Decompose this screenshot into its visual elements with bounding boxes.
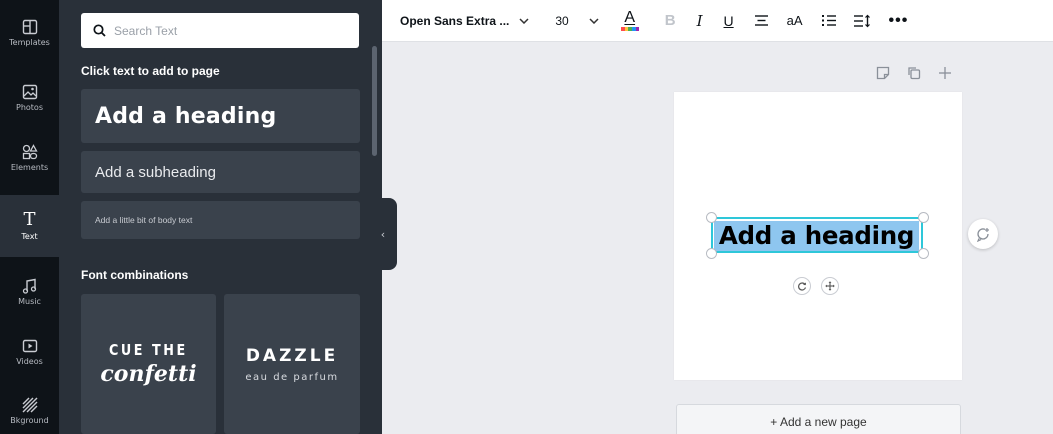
text-icon: T xyxy=(23,209,36,230)
videos-icon xyxy=(22,339,37,353)
collapse-panel-button[interactable]: ‹ xyxy=(369,198,397,270)
add-page-icon[interactable] xyxy=(938,66,952,80)
font-size-value: 30 xyxy=(555,13,569,28)
underline-button[interactable]: U xyxy=(724,13,734,29)
letter-case-button[interactable]: aA xyxy=(787,13,803,28)
combo-top-text: DAZZLE xyxy=(245,345,339,366)
assistant-button[interactable] xyxy=(968,219,998,249)
rail-label: Templates xyxy=(9,38,50,47)
chevron-down-icon xyxy=(519,17,529,24)
text-toolbar: Open Sans Extra ... 30 A B I U aA ••• xyxy=(382,0,1053,42)
photos-icon xyxy=(22,84,37,100)
panel-scrollbar[interactable] xyxy=(372,46,377,156)
chevron-left-icon: ‹ xyxy=(380,227,386,241)
click-text-title: Click text to add to page xyxy=(81,64,220,78)
add-subheading-button[interactable]: Add a subheading xyxy=(81,151,360,193)
combo-top-text: CUE THE xyxy=(109,341,188,359)
add-heading-button[interactable]: Add a heading xyxy=(81,89,360,143)
bold-button[interactable]: B xyxy=(665,12,676,29)
resize-handle-bottom-right[interactable] xyxy=(918,248,929,259)
music-icon xyxy=(22,278,36,294)
text-color-button[interactable]: A xyxy=(620,9,639,31)
rail-item-text[interactable]: T Text xyxy=(0,195,59,257)
add-body-text-button[interactable]: Add a little bit of body text xyxy=(81,201,360,239)
font-size-dropdown[interactable]: 30 xyxy=(555,13,599,28)
rail-label: Music xyxy=(18,297,41,306)
rail-label: Text xyxy=(21,232,38,241)
spacing-button[interactable] xyxy=(853,14,871,28)
resize-handle-top-left[interactable] xyxy=(706,212,717,223)
rail-item-music[interactable]: Music xyxy=(0,262,59,322)
rail-label: Photos xyxy=(16,103,43,112)
search-icon xyxy=(93,24,106,37)
list-button[interactable] xyxy=(821,14,837,27)
search-box[interactable] xyxy=(81,13,359,48)
font-family-dropdown[interactable]: Open Sans Extra ... xyxy=(400,14,529,28)
align-button[interactable] xyxy=(754,14,769,27)
note-icon[interactable] xyxy=(876,66,890,80)
rotate-icon xyxy=(798,282,807,291)
text-panel: Click text to add to page Add a heading … xyxy=(59,0,382,434)
rail-item-background[interactable]: Bkground xyxy=(0,385,59,434)
rail-item-videos[interactable]: Videos xyxy=(0,322,59,382)
font-combo-cue-the-confetti[interactable]: CUE THE confetti xyxy=(81,294,216,434)
font-combo-dazzle[interactable]: DAZZLE eau de parfum xyxy=(224,294,360,434)
more-options-button[interactable]: ••• xyxy=(889,12,909,30)
resize-handle-top-right[interactable] xyxy=(918,212,929,223)
rail-item-photos[interactable]: Photos xyxy=(0,68,59,128)
rail-label: Bkground xyxy=(10,416,49,425)
move-icon xyxy=(825,281,835,291)
align-center-icon xyxy=(754,15,768,26)
templates-icon xyxy=(22,19,37,35)
combo-bottom-text: eau de parfum xyxy=(245,371,339,383)
rail-label: Elements xyxy=(10,163,49,172)
line-spacing-icon xyxy=(853,14,870,27)
rail-item-elements[interactable]: Elements xyxy=(0,128,59,188)
chevron-down-icon xyxy=(589,17,599,24)
add-new-page-button[interactable]: + Add a new page xyxy=(676,404,961,434)
font-combinations-title: Font combinations xyxy=(81,268,189,282)
text-color-icon: A xyxy=(624,9,636,26)
selected-heading-text[interactable]: Add a heading xyxy=(714,221,919,251)
rail-item-templates[interactable]: Templates xyxy=(0,6,59,60)
rail-label: Videos xyxy=(16,357,43,366)
refresh-chat-icon xyxy=(976,228,989,242)
combo-bottom-text: confetti xyxy=(100,361,197,387)
left-rail: Templates Photos Elements T Text Music V… xyxy=(0,0,59,434)
elements-icon xyxy=(22,144,38,160)
font-family-value: Open Sans Extra ... xyxy=(400,13,510,28)
italic-button[interactable]: I xyxy=(697,12,703,30)
background-icon xyxy=(22,397,37,413)
page-tools xyxy=(876,66,952,80)
resize-handle-bottom-left[interactable] xyxy=(706,248,717,259)
move-button[interactable] xyxy=(821,277,839,295)
duplicate-page-icon[interactable] xyxy=(907,66,921,80)
rotate-button[interactable] xyxy=(793,277,811,295)
color-bar-icon xyxy=(620,27,639,31)
search-input[interactable] xyxy=(114,23,344,38)
list-icon xyxy=(821,15,836,26)
